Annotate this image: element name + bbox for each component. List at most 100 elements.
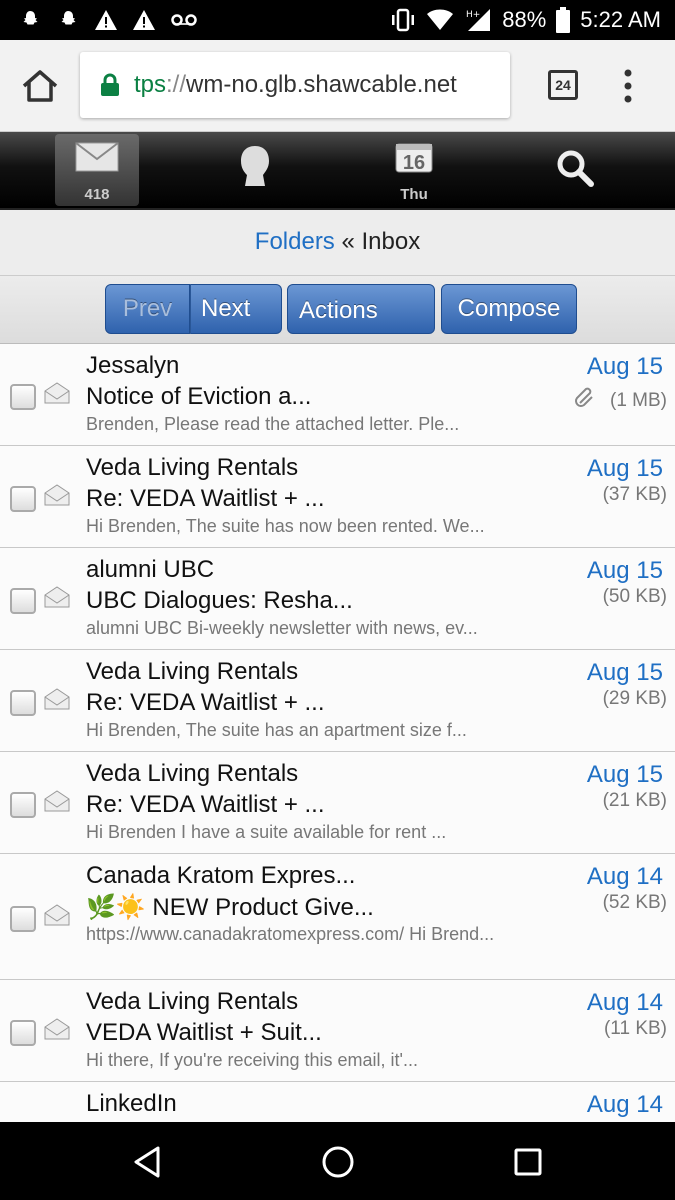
- message-list: Jessalyn Notice of Eviction a... Brenden…: [0, 344, 675, 1122]
- message-date: Aug 15: [586, 455, 663, 482]
- message-subject: Re: VEDA Waitlist + ...: [86, 791, 325, 818]
- message-row[interactable]: Veda Living Rentals Re: VEDA Waitlist + …: [0, 446, 675, 548]
- message-size: (52 KB): [602, 892, 667, 913]
- breadcrumb: Folders « Inbox: [0, 210, 675, 276]
- envelope-open-icon: [44, 382, 70, 404]
- message-size: (50 KB): [602, 586, 667, 607]
- message-checkbox[interactable]: [10, 690, 36, 716]
- current-folder: Inbox: [361, 228, 421, 255]
- home-icon[interactable]: [20, 68, 60, 104]
- lock-icon: [101, 73, 119, 96]
- message-date: Aug 15: [586, 557, 663, 584]
- clock: 5:22 AM: [580, 7, 661, 32]
- calendar-weekday: Thu: [400, 186, 428, 203]
- message-preview: Hi Brenden, The suite has an apartment s…: [86, 720, 467, 740]
- prev-button[interactable]: Prev: [105, 284, 190, 334]
- message-date: Aug 14: [586, 1091, 663, 1118]
- url-host: wm-no.glb.shawcable.net: [186, 71, 457, 98]
- overflow-menu-icon[interactable]: [620, 68, 636, 104]
- message-date: Aug 14: [586, 989, 663, 1016]
- search-tab[interactable]: [515, 134, 635, 206]
- message-checkbox[interactable]: [10, 792, 36, 818]
- message-sender: Veda Living Rentals: [86, 988, 299, 1015]
- calendar-tab[interactable]: 16 Thu: [354, 134, 474, 206]
- message-row[interactable]: Veda Living Rentals Re: VEDA Waitlist + …: [0, 650, 675, 752]
- message-sender: Veda Living Rentals: [86, 658, 299, 685]
- message-subject: UBC Dialogues: Resha...: [86, 587, 353, 614]
- url-scheme: tps: [134, 71, 167, 98]
- message-subject: Re: VEDA Waitlist + ...: [86, 485, 325, 512]
- envelope-open-icon: [44, 688, 70, 710]
- next-button[interactable]: Next: [190, 284, 282, 334]
- warning-icon: [95, 10, 117, 30]
- snapchat-icon: [23, 11, 38, 25]
- message-checkbox[interactable]: [10, 1020, 36, 1046]
- message-row[interactable]: Jessalyn Notice of Eviction a... Brenden…: [0, 344, 675, 446]
- warning-icon: [133, 10, 155, 30]
- voicemail-icon: [171, 14, 197, 26]
- tab-switcher-button[interactable]: 24: [548, 70, 578, 100]
- envelope-open-icon: [44, 1018, 70, 1040]
- recents-icon[interactable]: [508, 1142, 548, 1182]
- svg-text:H+: H+: [466, 10, 480, 20]
- message-row[interactable]: Canada Kratom Expres... 🌿☀️ NEW Product …: [0, 854, 675, 980]
- back-icon[interactable]: [128, 1142, 168, 1182]
- message-size: (1 MB): [610, 390, 667, 411]
- url-field[interactable]: tps://wm-no.glb.shawcable.net: [80, 52, 510, 118]
- message-preview: Hi Brenden, The suite has now been rente…: [86, 516, 485, 536]
- mail-count: 418: [84, 186, 110, 203]
- folders-link[interactable]: Folders: [255, 228, 335, 255]
- message-row[interactable]: LinkedIn Aug 14: [0, 1082, 675, 1122]
- breadcrumb-separator: «: [334, 228, 362, 255]
- message-checkbox[interactable]: [10, 486, 36, 512]
- message-checkbox[interactable]: [10, 906, 36, 932]
- battery-level: 88%: [502, 7, 547, 32]
- envelope-open-icon: [44, 904, 70, 926]
- mail-tab[interactable]: 418: [55, 134, 139, 206]
- signal-icon: H+: [466, 9, 491, 31]
- browser-toolbar: tps://wm-no.glb.shawcable.net 24: [0, 40, 675, 132]
- message-checkbox[interactable]: [10, 588, 36, 614]
- envelope-open-icon: [44, 484, 70, 506]
- message-row[interactable]: alumni UBC UBC Dialogues: Resha... alumn…: [0, 548, 675, 650]
- message-subject: VEDA Waitlist + Suit...: [86, 1019, 322, 1046]
- message-size: (11 KB): [603, 1018, 667, 1039]
- message-subject: Re: VEDA Waitlist + ...: [86, 689, 325, 716]
- status-bar: H+ 88% 5:22 AM: [0, 0, 675, 40]
- contacts-icon: [241, 146, 269, 186]
- battery-icon: [556, 7, 571, 33]
- message-subject: Notice of Eviction a...: [86, 383, 312, 410]
- message-sender: Veda Living Rentals: [86, 760, 299, 787]
- message-row[interactable]: Veda Living Rentals VEDA Waitlist + Suit…: [0, 980, 675, 1082]
- contacts-tab[interactable]: [195, 134, 315, 206]
- search-icon: [557, 150, 594, 187]
- home-nav-icon[interactable]: [318, 1142, 358, 1182]
- message-sender: alumni UBC: [86, 556, 215, 583]
- envelope-open-icon: [44, 586, 70, 608]
- attachment-icon: [575, 387, 593, 407]
- calendar-day: 16: [402, 152, 426, 174]
- message-row[interactable]: Veda Living Rentals Re: VEDA Waitlist + …: [0, 752, 675, 854]
- message-checkbox[interactable]: [10, 384, 36, 410]
- app-toolbar: 418 16 Thu: [0, 132, 675, 210]
- system-nav-bar: [0, 1122, 675, 1200]
- message-date: Aug 14: [586, 863, 663, 890]
- message-preview: alumni UBC Bi-weekly newsletter with new…: [86, 618, 478, 638]
- message-preview: Hi Brenden I have a suite available for …: [86, 822, 447, 842]
- vibrate-icon: [392, 8, 415, 32]
- message-preview: Brenden, Please read the attached letter…: [86, 414, 460, 434]
- mail-icon: [75, 142, 119, 172]
- message-sender: Canada Kratom Expres...: [86, 862, 356, 889]
- message-date: Aug 15: [586, 659, 663, 686]
- message-date: Aug 15: [586, 761, 663, 788]
- compose-button[interactable]: Compose: [441, 284, 577, 334]
- message-preview: https://www.canadakratomexpress.com/ Hi …: [86, 924, 495, 944]
- envelope-open-icon: [44, 790, 70, 812]
- wifi-icon: [427, 9, 454, 30]
- snapchat-icon: [61, 11, 76, 25]
- message-size: (29 KB): [602, 688, 667, 709]
- url-separator: ://: [166, 71, 187, 98]
- actions-button[interactable]: Actions: [287, 284, 435, 334]
- message-date: Aug 15: [586, 353, 663, 380]
- action-bar: Prev Next Actions Compose: [0, 276, 675, 344]
